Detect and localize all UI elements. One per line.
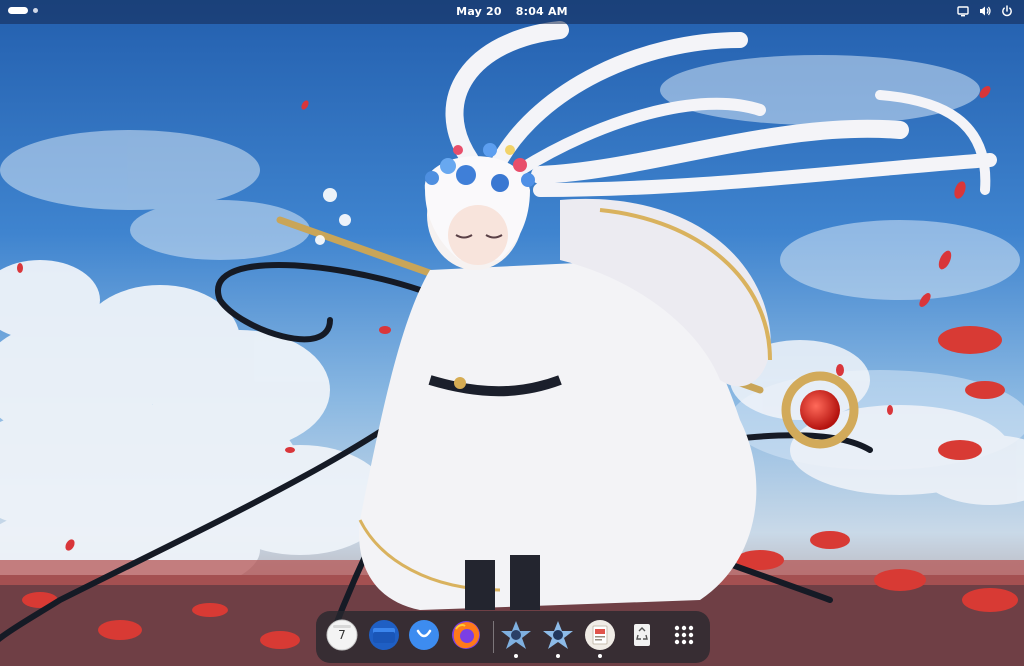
recycle-icon: [634, 624, 650, 646]
firefox-icon: [452, 621, 480, 649]
shopping-bag-icon: [409, 620, 439, 650]
software-app[interactable]: [406, 617, 442, 653]
files-app[interactable]: [366, 617, 402, 653]
running-indicator: [514, 654, 518, 658]
running-indicator: [556, 654, 560, 658]
running-app-1[interactable]: [498, 617, 534, 658]
desktop: May 20 8:04 AM 7: [0, 0, 1024, 666]
anime-character-icon: [501, 621, 531, 649]
volume-icon[interactable]: [978, 4, 992, 18]
show-apps-button[interactable]: [666, 617, 702, 653]
dock-separator: [493, 621, 494, 653]
dock: 7: [316, 611, 710, 663]
power-icon[interactable]: [1000, 4, 1014, 18]
firefox-app[interactable]: [448, 617, 484, 653]
top-bar: May 20 8:04 AM: [0, 0, 1024, 24]
document-viewer-app[interactable]: [582, 617, 618, 658]
anime-character-icon: [543, 621, 573, 649]
wallpaper-image: [0, 0, 1024, 666]
date-label: May 20: [456, 5, 502, 18]
folder-icon: [369, 620, 399, 650]
calendar-app[interactable]: 7: [324, 617, 360, 653]
recycle-bin-app[interactable]: [624, 617, 660, 653]
document-icon: [585, 620, 615, 650]
time-label: 8:04 AM: [515, 5, 568, 18]
calendar-day-number: 7: [338, 628, 346, 642]
running-app-2[interactable]: [540, 617, 576, 658]
screen-icon[interactable]: [956, 4, 970, 18]
running-indicator: [598, 654, 602, 658]
system-status-area[interactable]: [956, 4, 1014, 18]
clock[interactable]: May 20 8:04 AM: [0, 5, 1024, 18]
grid-icon: [674, 625, 694, 645]
